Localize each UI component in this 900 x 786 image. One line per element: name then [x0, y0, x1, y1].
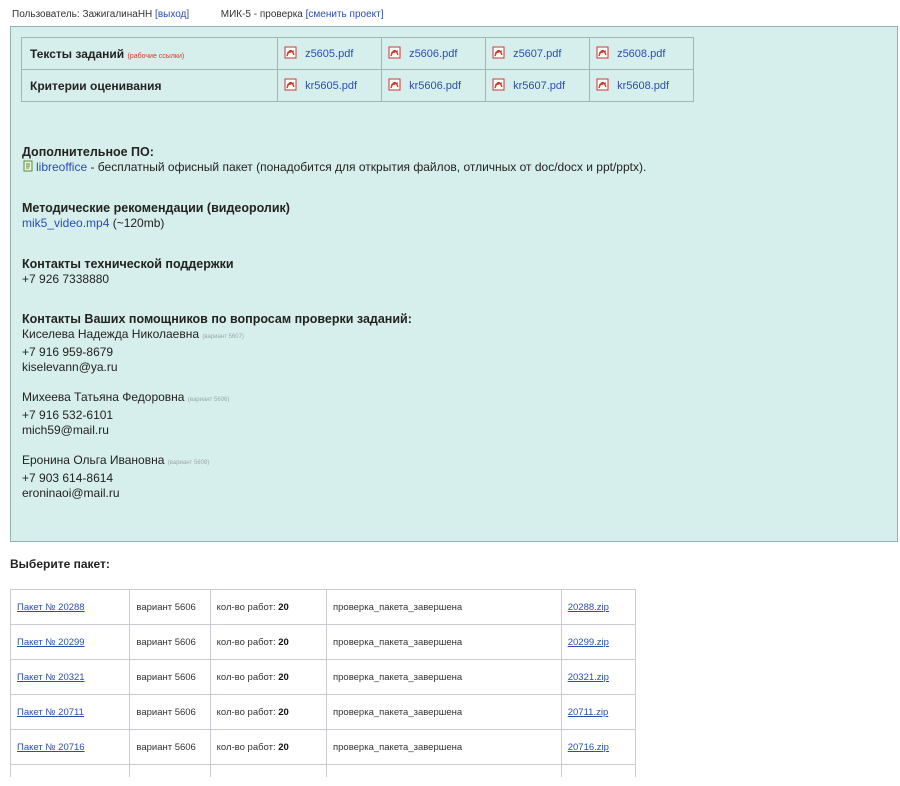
zip-link[interactable]: 20711.zip: [568, 707, 609, 718]
video-link[interactable]: mik5_video.mp4: [22, 216, 109, 230]
info-panel: Тексты заданий (рабочие ссылки) z5605.pd…: [10, 26, 898, 542]
package-link[interactable]: Пакет № 20711: [17, 707, 84, 718]
criteria-file-cell: kr5606.pdf: [381, 69, 486, 102]
helper-phone: +7 916 532-6101: [22, 408, 114, 422]
pdf-icon: [388, 46, 401, 62]
change-project-link[interactable]: [сменить проект]: [306, 9, 384, 20]
tasks-label: Тексты заданий: [30, 46, 125, 61]
package-count: кол-во работ: 20: [209, 729, 327, 765]
helper-name: Киселева Надежда Николаевна: [22, 327, 199, 341]
software-section: Дополнительное ПО: libreoffice - бесплат…: [22, 145, 646, 176]
pdf-icon: [492, 46, 505, 62]
criteria-file-link[interactable]: kr5608.pdf: [617, 79, 669, 91]
helper-email: mich59@mail.ru: [22, 423, 109, 437]
pdf-icon: [284, 78, 297, 94]
package-variant: вариант 5606: [129, 624, 211, 660]
pdf-icon: [596, 78, 609, 94]
package-link[interactable]: Пакет № 20288: [17, 602, 85, 613]
zip-link[interactable]: 20321.zip: [568, 672, 609, 683]
video-size: (~120mb): [109, 216, 165, 230]
package-variant: вариант 5606: [129, 659, 211, 695]
criteria-file-cell: kr5608.pdf: [589, 69, 694, 102]
zip-link[interactable]: 20288.zip: [568, 602, 609, 613]
package-link[interactable]: Пакет № 20321: [17, 672, 85, 683]
task-file-cell: z5607.pdf: [485, 37, 590, 70]
helpers-section: Контакты Ваших помощников по вопросам пр…: [22, 312, 412, 501]
pdf-icon: [388, 78, 401, 94]
helper-variant: (вариант 5608): [167, 460, 210, 466]
tasks-row: Тексты заданий (рабочие ссылки) z5605.pd…: [21, 37, 694, 70]
package-count: кол-во работ: 20: [209, 659, 327, 695]
project-label: МИК-5 - проверка: [220, 9, 303, 20]
zip-link[interactable]: 20299.zip: [568, 637, 609, 648]
helper-email: eroninaoi@mail.ru: [22, 486, 120, 500]
support-heading: Контакты технической поддержки: [22, 257, 234, 271]
task-file-cell: z5605.pdf: [277, 37, 382, 70]
packages-table: Пакет № 20288 вариант 5606 кол-во работ:…: [9, 589, 637, 777]
software-description: - бесплатный офисный пакет (понадобится …: [87, 160, 647, 175]
package-status: проверка_пакета_завершена: [325, 729, 562, 765]
task-file-cell: z5608.pdf: [589, 37, 694, 70]
support-phone: +7 926 7338880: [22, 272, 110, 286]
helper-name: Михеева Татьяна Федоровна: [22, 390, 185, 404]
criteria-file-cell: kr5605.pdf: [277, 69, 382, 102]
task-file-link[interactable]: z5607.pdf: [513, 47, 561, 59]
helper-variant: (вариант 5607): [202, 334, 244, 340]
criteria-file-link[interactable]: kr5606.pdf: [409, 79, 461, 91]
package-count: кол-во работ: 20: [209, 694, 327, 730]
criteria-file-cell: kr5607.pdf: [485, 69, 590, 102]
task-file-link[interactable]: z5605.pdf: [305, 47, 353, 59]
package-count: кол-во работ: 20: [209, 589, 327, 625]
task-file-link[interactable]: z5608.pdf: [617, 47, 665, 59]
choose-package-heading: Выберите пакет:: [10, 557, 110, 571]
helpers-heading: Контакты Ваших помощников по вопросам пр…: [22, 312, 412, 326]
criteria-file-link[interactable]: kr5607.pdf: [513, 79, 565, 91]
libreoffice-icon: [22, 160, 34, 176]
table-row: Пакет № 20299 вариант 5606 кол-во работ:…: [9, 624, 637, 660]
helper-phone: +7 903 614-8614: [22, 471, 114, 485]
helper-name: Еронина Ольга Ивановна: [22, 453, 165, 467]
libreoffice-link[interactable]: libreoffice: [36, 160, 87, 174]
table-row: Пакет № 20321 вариант 5606 кол-во работ:…: [9, 659, 637, 695]
package-variant: вариант 5606: [129, 589, 211, 625]
pdf-icon: [596, 46, 609, 62]
package-status: проверка_пакета_завершена: [325, 589, 562, 625]
table-row-partial: [9, 764, 637, 777]
package-link[interactable]: Пакет № 20716: [17, 742, 85, 753]
package-link[interactable]: Пакет № 20299: [17, 637, 85, 648]
table-row: Пакет № 20716 вариант 5606 кол-во работ:…: [9, 729, 637, 765]
top-bar: Пользователь: ЗажигалинаНН [выход] МИК-5…: [12, 9, 384, 20]
user-label: Пользователь: ЗажигалинаНН: [12, 9, 153, 20]
tasks-note: (рабочие ссылки): [127, 52, 185, 60]
package-status: проверка_пакета_завершена: [325, 624, 562, 660]
package-variant: вариант 5606: [129, 729, 211, 765]
pdf-icon: [492, 78, 505, 94]
logout-link[interactable]: [выход]: [155, 9, 189, 20]
criteria-header: Критерии оценивания: [21, 69, 278, 102]
package-status: проверка_пакета_завершена: [325, 659, 562, 695]
helper-contact: Михеева Татьяна Федоровна (вариант 5606)…: [22, 390, 412, 438]
task-file-cell: z5606.pdf: [381, 37, 486, 70]
helper-phone: +7 916 959-8679: [22, 345, 114, 359]
tasks-header: Тексты заданий (рабочие ссылки): [21, 37, 278, 70]
helper-variant: (вариант 5606): [187, 397, 230, 403]
video-section: Методические рекомендации (видеоролик) m…: [22, 201, 290, 231]
video-heading: Методические рекомендации (видеоролик): [22, 201, 290, 215]
software-heading: Дополнительное ПО:: [22, 145, 154, 159]
support-section: Контакты технической поддержки +7 926 73…: [22, 257, 234, 287]
package-status: проверка_пакета_завершена: [325, 694, 562, 730]
table-row: Пакет № 20288 вариант 5606 кол-во работ:…: [9, 589, 637, 625]
pdf-icon: [284, 46, 297, 62]
criteria-row: Критерии оценивания kr5605.pdf kr5606.pd…: [21, 69, 694, 102]
package-count: кол-во работ: 20: [209, 624, 327, 660]
criteria-file-link[interactable]: kr5605.pdf: [305, 79, 357, 91]
table-row: Пакет № 20711 вариант 5606 кол-во работ:…: [9, 694, 637, 730]
package-variant: вариант 5606: [129, 694, 211, 730]
task-file-link[interactable]: z5606.pdf: [409, 47, 457, 59]
zip-link[interactable]: 20716.zip: [568, 742, 609, 753]
helper-contact: Еронина Ольга Ивановна (вариант 5608) +7…: [22, 453, 412, 501]
documents-table: Тексты заданий (рабочие ссылки) z5605.pd…: [21, 37, 694, 102]
helper-contact: Киселева Надежда Николаевна (вариант 560…: [22, 327, 412, 375]
helper-email: kiselevann@ya.ru: [22, 360, 118, 374]
